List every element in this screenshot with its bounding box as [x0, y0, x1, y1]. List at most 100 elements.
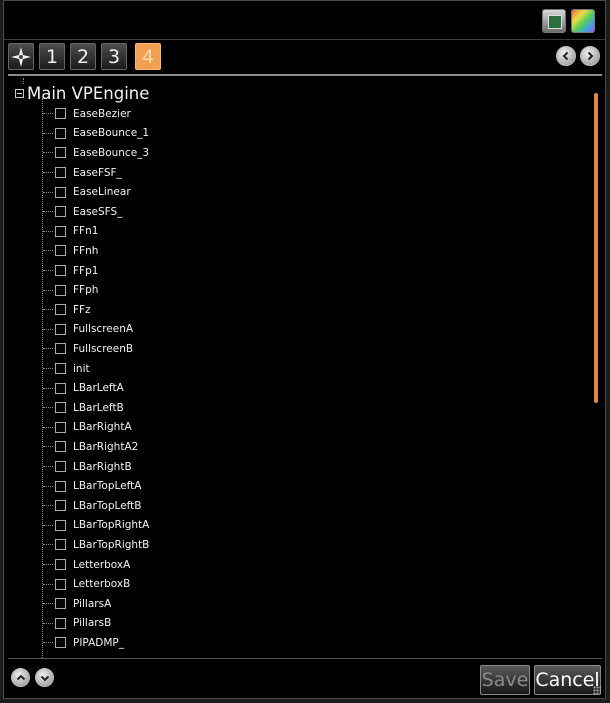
item-label: LBarTopLeftB — [73, 499, 142, 512]
cancel-button[interactable]: Cancel — [534, 665, 601, 695]
item-checkbox[interactable] — [55, 323, 66, 335]
save-button[interactable]: Save — [480, 665, 530, 695]
tree-item[interactable]: FFnh — [43, 241, 98, 261]
item-checkbox[interactable] — [55, 186, 66, 198]
tree-item[interactable]: LBarTopRightB — [43, 535, 149, 555]
tree-connector — [43, 622, 53, 624]
tree-connector — [43, 544, 53, 546]
tree-item[interactable]: EaseBounce_3 — [43, 143, 149, 163]
item-checkbox[interactable] — [55, 304, 66, 316]
tree-item[interactable]: LBarRightA — [43, 418, 132, 438]
item-checkbox[interactable] — [55, 245, 66, 257]
tree-item[interactable]: PillarsB — [43, 614, 111, 634]
tree-item[interactable]: init — [43, 359, 90, 379]
tree-item[interactable]: PIPADMP_ — [43, 633, 124, 653]
item-label: FullscreenA — [73, 323, 134, 336]
chevron-up-icon — [16, 674, 25, 680]
item-label: PillarsA — [73, 597, 112, 610]
resize-grip[interactable] — [593, 686, 601, 694]
chevron-left-icon — [562, 51, 569, 61]
effects-tree[interactable]: Main VPEngine EaseBezier EaseBounce_1 Ease… — [8, 78, 593, 658]
item-label: LBarRightB — [73, 460, 132, 473]
item-label: LBarTopRightB — [73, 538, 150, 551]
collapse-icon[interactable] — [15, 88, 24, 98]
color-palette-icon[interactable] — [571, 9, 595, 33]
item-checkbox[interactable] — [55, 382, 66, 394]
item-checkbox[interactable] — [55, 539, 66, 551]
item-checkbox[interactable] — [55, 480, 66, 492]
tree-connector — [43, 348, 53, 350]
item-label: EaseLinear — [73, 186, 131, 199]
item-label: EaseBounce_1 — [73, 127, 150, 140]
tree-connector — [43, 270, 53, 272]
item-label: EaseSFS_ — [73, 205, 123, 218]
item-checkbox[interactable] — [55, 225, 66, 237]
item-label: FFnh — [73, 244, 99, 257]
tree-connector — [43, 505, 53, 507]
tree-item[interactable]: LBarTopLeftB — [43, 496, 141, 516]
save-settings-icon[interactable] — [542, 9, 566, 33]
tree-connector — [43, 152, 53, 154]
tree-root[interactable]: Main VPEngine — [15, 83, 149, 103]
tab-1[interactable]: 1 — [39, 43, 65, 70]
item-checkbox[interactable] — [55, 206, 66, 218]
tree-item[interactable]: EaseSFS_ — [43, 202, 122, 222]
next-button[interactable] — [580, 46, 600, 66]
item-checkbox[interactable] — [55, 519, 66, 531]
tree-item[interactable]: FFn1 — [43, 222, 98, 242]
vertical-scrollbar[interactable] — [593, 79, 601, 657]
item-checkbox[interactable] — [55, 402, 66, 414]
item-checkbox[interactable] — [55, 598, 66, 610]
item-checkbox[interactable] — [55, 108, 66, 120]
item-checkbox[interactable] — [55, 421, 66, 433]
previous-button[interactable] — [556, 46, 576, 66]
item-checkbox[interactable] — [55, 167, 66, 179]
tree-item[interactable]: PillarsA — [43, 594, 111, 614]
tree-item[interactable]: FFz — [43, 300, 91, 320]
scroll-up-button[interactable] — [11, 668, 30, 687]
tree-item[interactable]: EaseBounce_1 — [43, 124, 149, 144]
tab-compass[interactable] — [8, 43, 34, 70]
tree-item[interactable]: EaseBezier — [43, 104, 131, 124]
item-checkbox[interactable] — [55, 284, 66, 296]
item-checkbox[interactable] — [55, 127, 66, 139]
item-checkbox[interactable] — [55, 147, 66, 159]
item-checkbox[interactable] — [55, 441, 66, 453]
tree-item[interactable]: LBarLeftB — [43, 398, 124, 418]
tree-item[interactable]: LetterboxA — [43, 555, 130, 575]
title-bar — [4, 1, 605, 39]
item-checkbox[interactable] — [55, 363, 66, 375]
tree-connector — [43, 289, 53, 291]
item-label: FFn1 — [73, 225, 99, 238]
item-checkbox[interactable] — [55, 617, 66, 629]
item-checkbox[interactable] — [55, 637, 66, 649]
tree-item[interactable]: LBarRightB — [43, 457, 132, 477]
tree-item[interactable]: EaseFSF_ — [43, 163, 122, 183]
tree-item[interactable]: FFph — [43, 280, 98, 300]
item-checkbox[interactable] — [55, 559, 66, 571]
tree-connector — [43, 230, 53, 232]
tree-item[interactable]: LBarLeftA — [43, 378, 124, 398]
item-checkbox[interactable] — [55, 265, 66, 277]
tree-item[interactable]: FullscreenB — [43, 339, 133, 359]
tree-item[interactable]: EaseLinear — [43, 182, 131, 202]
tab-2[interactable]: 2 — [70, 43, 96, 70]
scrollbar-thumb[interactable] — [594, 93, 598, 403]
tree-item[interactable]: LBarTopLeftA — [43, 476, 141, 496]
item-label: LBarLeftA — [73, 382, 124, 395]
item-checkbox[interactable] — [55, 500, 66, 512]
tab-4[interactable]: 4 — [135, 43, 161, 70]
tree-item[interactable]: FullscreenA — [43, 320, 133, 340]
tree-item[interactable]: FFp1 — [43, 261, 98, 281]
tab-3[interactable]: 3 — [101, 43, 127, 70]
tree-item[interactable]: LBarRightA2 — [43, 437, 138, 457]
tree-item[interactable]: LBarTopRightA — [43, 516, 149, 536]
item-label: FFz — [73, 303, 91, 316]
scroll-down-button[interactable] — [35, 668, 54, 687]
tree-connector — [43, 446, 53, 448]
item-label: PillarsB — [73, 617, 112, 630]
tree-item[interactable]: LetterboxB — [43, 574, 130, 594]
item-checkbox[interactable] — [55, 578, 66, 590]
item-checkbox[interactable] — [55, 461, 66, 473]
item-checkbox[interactable] — [55, 343, 66, 355]
